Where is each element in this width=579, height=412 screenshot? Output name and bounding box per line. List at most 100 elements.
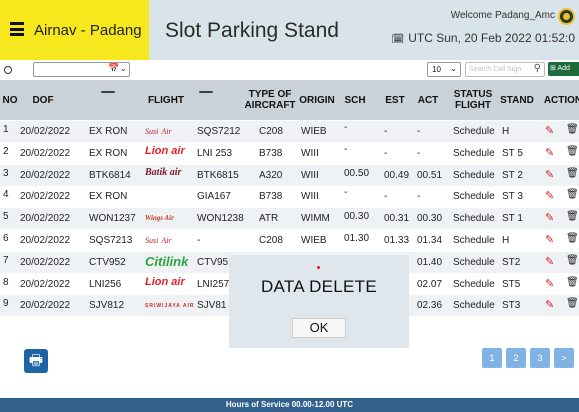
trash-icon[interactable]: 🗑 [566,189,579,200]
trash-icon[interactable]: 🗑 [566,255,579,266]
cell-status: Schedule [453,300,495,311]
page-size-value: 10 [432,65,441,74]
airline-logo: Citilink [145,254,188,269]
col-act: ACT [417,95,439,106]
app-name: Airnav - Padang [34,22,142,39]
edit-icon[interactable]: ✎ [545,168,554,181]
user-avatar-icon[interactable] [558,8,575,25]
cell-act: 02.07 [417,279,443,290]
cell-est: - [384,126,388,137]
airline-logo: Susi Air [145,123,172,138]
edit-icon[interactable]: ✎ [545,124,554,137]
trash-icon[interactable]: 🗑 [566,277,579,288]
airline-logo: Susi Air [145,232,172,247]
edit-icon[interactable]: ✎ [545,233,554,246]
edit-icon[interactable]: ✎ [545,298,554,311]
cell-status: Schedule [453,213,495,224]
cell-dep: BTK6815 [197,170,239,181]
cell-dep: - [197,235,201,246]
col-no: NO [2,95,18,106]
airline-logo-subtext: Air [161,236,172,245]
airline-logo-text: Susi [145,127,159,136]
table-row: 2 20/02/2022 EX RON LNI 253 B738 WIII - - - Sched… [0,143,579,164]
cell-stand: ST2 [502,257,521,268]
table-row: 5 20/02/2022 WON1237 WON1238 ATR WIMM 00.30 00.… [0,208,579,229]
edit-icon[interactable]: ✎ [545,211,554,224]
edit-icon[interactable]: ✎ [545,189,554,202]
search-icon[interactable]: ⚲ [534,63,541,74]
cell-act: 02.36 [417,300,443,311]
calendar-icon: 🗓 [391,34,405,45]
print-button[interactable]: 🖶 [24,349,48,373]
filter-bar: 📅⌄ 10 ⌄ Search Call Sign ⚲ ⊞ Add [0,60,579,78]
cell-arr: SJV812 [89,300,125,311]
welcome-text: Welcome Padang_Amc [450,10,555,21]
cell-origin: WIMM [301,213,330,224]
cell-sch: 01.30 [344,233,370,244]
edit-icon[interactable]: ✎ [545,255,554,268]
cell-est: 00.49 [384,170,410,181]
cell-dof: 20/02/2022 [20,191,71,202]
cell-stand: ST 1 [502,213,523,224]
cell-origin: WIII [301,148,319,159]
cell-origin: WIEB [301,235,327,246]
plane-landing-icon: ⎺ [101,90,115,105]
cell-stand: ST5 [502,279,521,290]
trash-icon[interactable]: 🗑 [566,298,579,309]
filter-radio[interactable] [4,66,12,74]
col-status-flight: STATUS FLIGHT [453,89,493,111]
cell-dof: 20/02/2022 [20,235,71,246]
trash-icon[interactable]: 🗑 [566,124,579,135]
next-page-button[interactable]: > [554,348,574,368]
trash-icon[interactable]: 🗑 [566,168,579,179]
cell-no: 2 [3,146,9,157]
airline-logo-text: Susi [145,236,159,245]
utc-datetime: UTC Sun, 20 Feb 2022 01:52:0 [408,31,575,45]
airline-logo: Lion air [145,145,185,157]
cell-status: Schedule [453,148,495,159]
trash-icon[interactable]: 🗑 [566,211,579,222]
cell-no: 9 [3,298,9,309]
edit-icon[interactable]: ✎ [545,277,554,290]
page-size-select[interactable]: 10 ⌄ [427,62,461,77]
date-filter-input[interactable]: 📅⌄ [33,62,130,77]
col-origin: ORIGIN [299,95,335,106]
cell-origin: WIII [301,191,319,202]
plane-takeoff-icon: ⎺ [199,90,213,105]
cell-no: 3 [3,168,9,179]
ok-button[interactable]: OK [292,318,346,338]
trash-icon[interactable]: 🗑 [566,233,579,244]
page-1-button[interactable]: 1 [482,348,502,368]
col-sch: SCH [344,95,366,106]
utc-clock: 🗓 UTC Sun, 20 Feb 2022 01:52:0 [392,31,575,45]
edit-icon[interactable]: ✎ [545,146,554,159]
cell-type: C208 [259,126,283,137]
footer-service-hours: Hours of Service 00.00-12.00 UTC [0,398,579,412]
calendar-dropdown-icon[interactable]: 📅⌄ [108,63,127,74]
airline-logo-subtext: air [171,145,185,157]
cell-arr: EX RON [89,126,128,137]
cell-stand: ST 2 [502,170,523,181]
airline-logo: Batik air [145,167,181,178]
cell-sch: 00.30 [344,211,370,222]
cell-no: 5 [3,211,9,222]
cell-arr: EX RON [89,191,128,202]
cell-est: - [384,148,388,159]
page-2-button[interactable]: 2 [506,348,526,368]
col-action: ACTION [543,95,579,106]
table-row: 4 20/02/2022 EX RON GIA167 B738 WIII - - - Schedu… [0,186,579,207]
app-page: Airnav - Padang Slot Parking Stand Welco… [0,0,579,412]
cell-dep: SQS7212 [197,126,241,137]
cell-act: 00.51 [417,170,443,181]
cell-arr: WON1237 [89,213,136,224]
airline-logo-text: Lion [145,276,169,288]
add-button[interactable]: ⊞ Add [548,62,579,76]
search-input[interactable]: Search Call Sign ⚲ [465,62,545,77]
page-3-button[interactable]: 3 [530,348,550,368]
cell-arr: EX RON [89,148,128,159]
airline-logo: Lion air [145,276,185,288]
delete-dialog: DATA DELETE OK [229,255,409,348]
hamburger-menu-icon[interactable] [10,22,24,36]
cell-origin: WIII [301,170,319,181]
trash-icon[interactable]: 🗑 [566,146,579,157]
